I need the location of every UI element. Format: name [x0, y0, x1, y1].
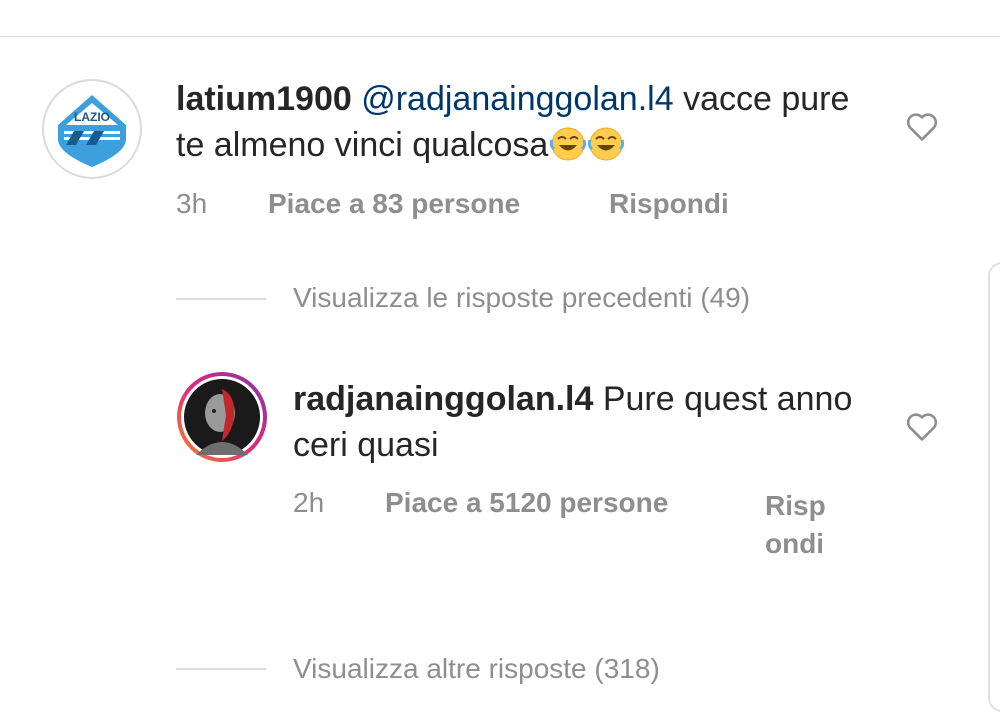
avatar-radjanainggolan[interactable]: [176, 371, 268, 463]
comment-timestamp: 3h: [176, 188, 208, 219]
reply-reply-button[interactable]: Rispondi: [765, 487, 835, 563]
thread-line: [176, 668, 266, 670]
reply-button[interactable]: Rispondi: [609, 188, 729, 220]
comment-body: latium1900 @radjanainggolan.l4 vacce pur…: [176, 76, 876, 168]
view-more-replies-button[interactable]: Visualizza altre risposte (318): [293, 653, 660, 685]
top-divider: [0, 36, 1000, 37]
lazio-logo-text: LAZIO: [74, 110, 110, 124]
heart-outline-icon[interactable]: [905, 110, 939, 142]
thread-line: [176, 298, 266, 300]
heart-outline-icon[interactable]: [905, 410, 939, 442]
view-previous-replies-button[interactable]: Visualizza le risposte precedenti (49): [293, 282, 750, 314]
rolling-laughing-emoji: [550, 127, 587, 161]
profile-photo: [177, 372, 267, 462]
side-panel-edge: [988, 262, 1000, 712]
mention-link[interactable]: @radjanainggolan.l4: [361, 80, 673, 118]
reply-likes-count-link[interactable]: Piace a 5120 persone: [385, 487, 668, 519]
comment-username[interactable]: latium1900: [176, 80, 352, 118]
reply-username[interactable]: radjanainggolan.l4: [293, 380, 593, 418]
rolling-laughing-emoji: [588, 127, 625, 161]
reply-body: radjanainggolan.l4 Pure quest anno ceri …: [293, 376, 853, 468]
reply-timestamp: 2h: [293, 487, 325, 518]
lazio-logo: LAZIO: [48, 85, 136, 173]
likes-count-link[interactable]: Piace a 83 persone: [268, 188, 520, 220]
avatar-latium1900[interactable]: LAZIO: [42, 79, 142, 179]
